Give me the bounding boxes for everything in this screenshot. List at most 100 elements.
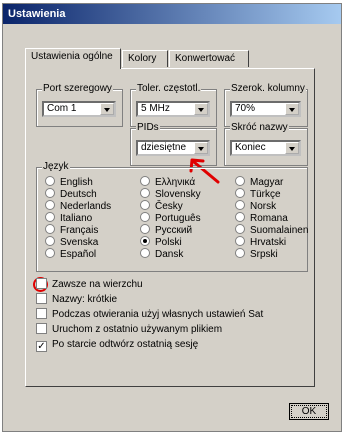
language-option-label: Suomalainen	[250, 225, 309, 236]
freq-tolerance-value: 5 MHz	[141, 103, 170, 114]
language-option-label: Polski	[155, 237, 182, 248]
radio-icon	[235, 200, 245, 210]
language-option[interactable]: Русский	[140, 224, 192, 236]
pids-select[interactable]: dziesiętne	[136, 140, 210, 156]
language-option-label: Magyar	[250, 177, 284, 188]
language-option-label: Slovensky	[155, 189, 201, 200]
freq-tolerance-select[interactable]: 5 MHz	[136, 101, 210, 117]
radio-icon	[140, 212, 150, 222]
language-group: Język English Deutsch Nederlands Italian…	[36, 161, 308, 272]
checkbox-icon	[36, 308, 47, 319]
chevron-down-icon[interactable]	[100, 103, 114, 115]
radio-icon	[235, 248, 245, 258]
language-option[interactable]: Hrvatski	[235, 236, 286, 248]
radio-icon	[140, 248, 150, 258]
language-option[interactable]: Español	[45, 248, 96, 260]
radio-icon	[45, 248, 55, 258]
shorten-names-select[interactable]: Koniec	[230, 140, 301, 156]
radio-icon	[45, 212, 55, 222]
tab-convert[interactable]: Konwertować	[169, 50, 249, 67]
restore-session-label: Po starcie odtwórz ostatnią sesję	[52, 339, 199, 350]
checkbox-icon	[36, 323, 47, 334]
ok-button[interactable]: OK	[289, 403, 329, 420]
column-width-label: Szerok. kolumny	[230, 83, 306, 95]
radio-icon	[45, 176, 55, 186]
checkbox-icon	[36, 293, 47, 304]
serial-port-label: Port szeregowy	[42, 83, 113, 95]
chevron-down-icon[interactable]	[194, 142, 208, 154]
radio-icon	[140, 200, 150, 210]
language-option-label: Português	[155, 213, 201, 224]
language-option-label: Romana	[250, 213, 288, 224]
radio-icon	[235, 176, 245, 186]
language-option[interactable]: Suomalainen	[235, 224, 308, 236]
radio-icon	[140, 188, 150, 198]
language-option-label: Hrvatski	[250, 237, 287, 248]
language-label: Język	[42, 161, 70, 173]
checkmark-icon: ✓	[36, 341, 47, 352]
restore-session-checkbox[interactable]: ✓ Po starcie odtwórz ostatnią sesję	[36, 338, 199, 352]
language-option[interactable]: Dansk	[140, 248, 183, 260]
radio-icon	[235, 224, 245, 234]
tab-colors[interactable]: Kolory	[122, 50, 168, 67]
tab-general-settings[interactable]: Ustawienia ogólne	[25, 48, 121, 69]
language-option[interactable]: Français	[45, 224, 98, 236]
checkbox-icon	[36, 278, 47, 289]
language-option[interactable]: Türkçe	[235, 188, 281, 200]
short-names-label: Nazwy: krótkie	[52, 294, 118, 305]
language-option[interactable]: Deutsch	[45, 188, 97, 200]
last-file-label: Uruchom z ostatnio używanym plikiem	[52, 324, 223, 335]
own-sat-settings-label: Podczas otwierania użyj własnych ustawie…	[52, 309, 264, 320]
serial-port-group: Port szeregowy Com 1	[36, 83, 123, 127]
radio-icon	[235, 188, 245, 198]
language-option-label: Nederlands	[60, 201, 112, 212]
language-option-label: Español	[60, 249, 97, 260]
language-option[interactable]: Slovensky	[140, 188, 201, 200]
radio-icon	[140, 224, 150, 234]
short-names-checkbox[interactable]: Nazwy: krótkie	[36, 293, 117, 306]
language-option[interactable]: Česky	[140, 200, 183, 212]
language-option-label: Ελληνικά	[155, 177, 196, 188]
language-option-label: Türkçe	[250, 189, 281, 200]
language-option[interactable]: Português	[140, 212, 201, 224]
column-width-select[interactable]: 70%	[230, 101, 301, 117]
language-option[interactable]: Italiano	[45, 212, 92, 224]
serial-port-select[interactable]: Com 1	[42, 101, 116, 117]
freq-tolerance-label: Toler. częstotl.	[136, 83, 202, 95]
last-file-checkbox[interactable]: Uruchom z ostatnio używanym plikiem	[36, 323, 222, 336]
language-option[interactable]: Nederlands	[45, 200, 111, 212]
language-option[interactable]: Srpski	[235, 248, 278, 260]
settings-window: Ustawienia Ustawienia ogólne Kolory Konw…	[2, 3, 342, 432]
shorten-names-value: Koniec	[235, 142, 266, 153]
language-option[interactable]: Svenska	[45, 236, 98, 248]
radio-selected-icon	[140, 236, 150, 246]
column-width-value: 70%	[235, 103, 256, 114]
language-option-label: Русский	[155, 225, 193, 236]
chevron-down-icon[interactable]	[194, 103, 208, 115]
radio-icon	[45, 236, 55, 246]
language-option-polski[interactable]: Polski	[140, 236, 182, 248]
language-option[interactable]: Magyar	[235, 176, 283, 188]
always-on-top-checkbox[interactable]: Zawsze na wierzchu	[36, 278, 143, 291]
general-settings-panel: Port szeregowy Com 1 Toler. częstotl. 5 …	[25, 68, 315, 387]
language-option[interactable]: English	[45, 176, 93, 188]
radio-icon	[235, 212, 245, 222]
window-title: Ustawienia	[3, 4, 341, 24]
language-option-label: Deutsch	[60, 189, 97, 200]
chevron-down-icon[interactable]	[285, 103, 299, 115]
shorten-names-group: Skróć nazwy Koniec	[224, 122, 308, 166]
language-option-label: Norsk	[250, 201, 277, 212]
own-sat-settings-checkbox[interactable]: Podczas otwierania użyj własnych ustawie…	[36, 308, 263, 321]
pids-label: PIDs	[136, 122, 160, 134]
language-option-label: Dansk	[155, 249, 184, 260]
pids-value: dziesiętne	[141, 142, 187, 153]
language-option[interactable]: Romana	[235, 212, 288, 224]
language-option-label: Italiano	[60, 213, 93, 224]
radio-icon	[45, 200, 55, 210]
language-option[interactable]: Norsk	[235, 200, 276, 212]
language-option-label: Srpski	[250, 249, 278, 260]
language-option-label: English	[60, 177, 93, 188]
language-option[interactable]: Ελληνικά	[140, 176, 195, 188]
always-on-top-label: Zawsze na wierzchu	[52, 279, 143, 290]
chevron-down-icon[interactable]	[285, 142, 299, 154]
